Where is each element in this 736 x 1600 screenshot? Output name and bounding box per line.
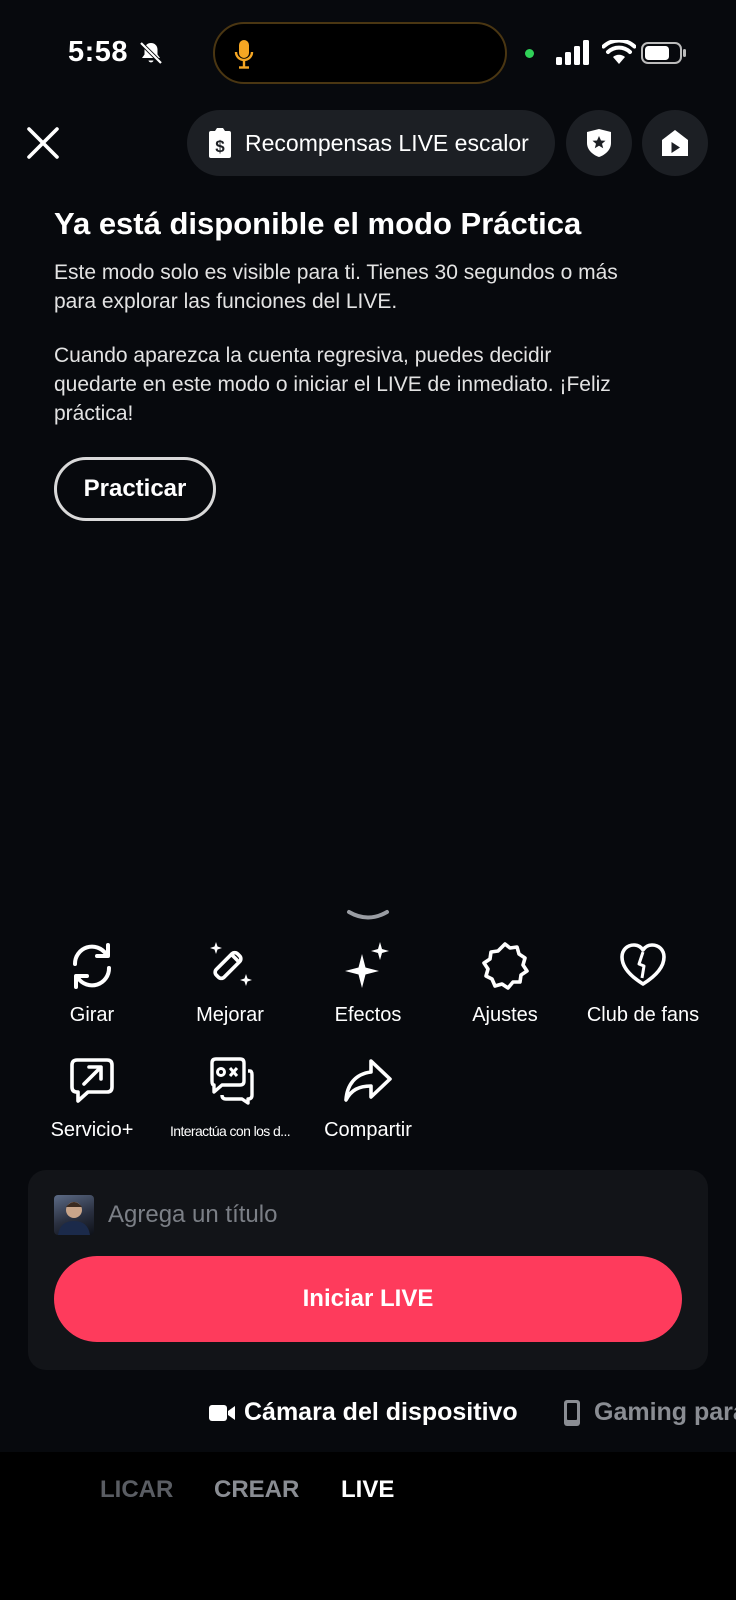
chat-arrow-icon	[70, 1058, 114, 1103]
description-line: para explorar las funciones del LIVE.	[54, 290, 398, 313]
game-chat-icon	[210, 1057, 254, 1105]
description-line: Cuando aparezca la cuenta regresiva, pue…	[54, 344, 552, 367]
gear-icon	[482, 942, 529, 990]
rotate-camera-tool[interactable]: Girar	[24, 940, 160, 1027]
service-plus-tool[interactable]: Servicio+	[24, 1055, 160, 1142]
tool-label: Mejorar	[196, 1004, 264, 1026]
live-rewards-button[interactable]: $ Recompensas LIVE escalor	[187, 110, 555, 176]
chevron-down-icon[interactable]	[346, 909, 390, 923]
mode-tab-publicar[interactable]: LICAR	[100, 1476, 173, 1504]
shield-button[interactable]	[566, 110, 632, 176]
tool-label: Club de fans	[586, 1004, 700, 1026]
source-gaming[interactable]: Gaming para	[562, 1398, 736, 1427]
source-device-camera[interactable]: Cámara del dispositivo	[208, 1398, 518, 1427]
tool-label: Compartir	[324, 1119, 412, 1141]
title-input[interactable]	[108, 1197, 668, 1233]
share-tool[interactable]: Compartir	[300, 1055, 436, 1142]
sparkles-icon	[345, 942, 389, 988]
settings-tool[interactable]: Ajustes	[437, 940, 573, 1027]
video-camera-icon	[209, 1404, 235, 1421]
practice-button[interactable]: Practicar	[54, 457, 216, 521]
dollar-tag-icon: $	[209, 128, 231, 158]
tool-label: Servicio+	[50, 1119, 134, 1141]
dynamic-island	[213, 22, 507, 84]
promote-button[interactable]	[642, 110, 708, 176]
svg-text:$: $	[215, 137, 225, 156]
close-icon[interactable]	[26, 126, 60, 160]
phone-icon	[564, 1399, 580, 1426]
signal-icon	[556, 40, 589, 65]
fan-club-tool[interactable]: Club de fans	[575, 940, 711, 1027]
privacy-indicator	[525, 49, 534, 58]
mode-tab-live[interactable]: LIVE	[341, 1476, 394, 1504]
tool-label: Interactúa con los d...	[169, 1123, 291, 1139]
status-time: 5:58	[68, 36, 129, 68]
rewards-label: Recompensas LIVE escalor	[245, 129, 529, 156]
home-play-icon	[662, 130, 688, 156]
battery-icon	[641, 42, 686, 64]
magic-wand-icon	[210, 942, 252, 986]
mode-tab-crear[interactable]: CREAR	[214, 1476, 299, 1504]
rotate-icon	[72, 943, 112, 989]
avatar	[54, 1195, 94, 1235]
description-line: práctica!	[54, 402, 134, 425]
share-arrow-icon	[344, 1059, 392, 1102]
wifi-icon	[602, 40, 636, 64]
effects-tool[interactable]: Efectos	[300, 940, 436, 1027]
tool-label: Girar	[69, 1004, 115, 1026]
mode-bar	[0, 1452, 736, 1600]
source-label: Gaming para	[594, 1398, 736, 1426]
enhance-tool[interactable]: Mejorar	[162, 940, 298, 1027]
shield-star-icon	[587, 129, 611, 157]
microphone-icon	[234, 40, 254, 69]
description-line: Este modo solo es visible para ti. Tiene…	[54, 261, 618, 284]
interact-tool[interactable]: Interactúa con los d...	[162, 1055, 298, 1139]
practice-mode-title: Ya está disponible el modo Práctica	[54, 206, 582, 241]
description-line: quedarte en este modo o iniciar el LIVE …	[54, 373, 611, 396]
start-live-button[interactable]: Iniciar LIVE	[54, 1256, 682, 1342]
tool-label: Efectos	[334, 1004, 402, 1026]
bell-muted-icon	[139, 41, 163, 65]
tool-label: Ajustes	[472, 1004, 538, 1026]
heart-icon	[620, 943, 666, 986]
source-label: Cámara del dispositivo	[244, 1398, 518, 1426]
